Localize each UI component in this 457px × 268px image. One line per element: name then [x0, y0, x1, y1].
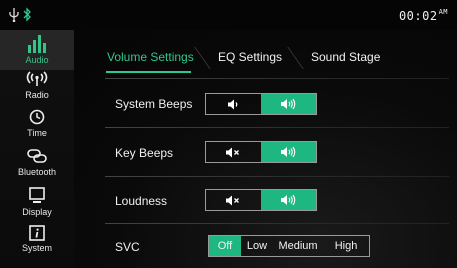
loudness-toggle [205, 189, 317, 211]
sidebar-item-time[interactable]: Time [0, 107, 74, 147]
bluetooth-icon [27, 149, 47, 163]
monitor-icon [29, 187, 45, 203]
radio-signal-icon [26, 71, 48, 86]
svc-option-high[interactable]: High [323, 236, 369, 256]
bluetooth-status-icon [23, 7, 31, 22]
loudness-on-option[interactable] [261, 190, 316, 210]
tab-divider [287, 47, 304, 69]
speaker-mute-icon [226, 195, 239, 205]
active-tab-indicator [106, 71, 191, 73]
divider [105, 176, 449, 177]
speaker-high-icon [280, 98, 295, 110]
divider [105, 223, 449, 224]
svc-option-off[interactable]: Off [209, 236, 241, 256]
svc-option-low[interactable]: Low [241, 236, 273, 256]
system-beeps-toggle [205, 93, 317, 115]
clock: 00:02AM [398, 8, 448, 23]
speaker-mute-icon [226, 147, 239, 157]
sidebar-item-audio[interactable]: Audio [0, 30, 74, 70]
sidebar-item-label: Radio [25, 90, 49, 100]
sidebar-item-display[interactable]: Display [0, 185, 74, 225]
tab-eq-settings[interactable]: EQ Settings [218, 50, 282, 64]
tab-sound-stage[interactable]: Sound Stage [311, 50, 380, 64]
sidebar-item-radio[interactable]: Radio [0, 68, 74, 108]
svc-option-medium[interactable]: Medium [273, 236, 323, 256]
sidebar-item-label: System [21, 243, 52, 253]
system-beeps-label: System Beeps [115, 97, 193, 111]
sidebar-item-bluetooth[interactable]: Bluetooth [0, 146, 74, 186]
divider [105, 78, 449, 79]
clock-time: 00:02 [398, 9, 438, 23]
audio-settings-screen: 00:02AM Audio Radio Time Bluetooth Displ… [0, 0, 457, 268]
clock-ampm: AM [438, 8, 448, 16]
key-beeps-toggle [205, 141, 317, 163]
speaker-high-icon [280, 194, 295, 206]
loudness-off-option[interactable] [206, 190, 261, 210]
audio-bars-icon [28, 35, 46, 53]
key-beeps-off-option[interactable] [206, 142, 261, 162]
sidebar-item-label: Display [22, 207, 52, 217]
usb-icon [9, 8, 19, 22]
loudness-label: Loudness [115, 194, 168, 208]
sidebar: Audio Radio Time Bluetooth Display Syste… [0, 30, 74, 268]
main-panel: Volume Settings EQ Settings Sound Stage … [74, 30, 457, 268]
status-bar: 00:02AM [0, 0, 457, 30]
speaker-high-icon [280, 146, 295, 158]
system-beeps-off-option[interactable] [206, 94, 261, 114]
system-beeps-on-option[interactable] [261, 94, 316, 114]
svc-label: SVC [115, 240, 140, 254]
info-icon [29, 225, 45, 241]
speaker-low-icon [227, 99, 237, 109]
sidebar-item-system[interactable]: System [0, 224, 74, 264]
svc-selector: Off Low Medium High [208, 235, 370, 257]
tab-divider [194, 47, 211, 69]
sidebar-item-label: Time [27, 128, 47, 138]
key-beeps-label: Key Beeps [115, 146, 174, 160]
clock-icon [29, 109, 45, 125]
tab-volume-settings[interactable]: Volume Settings [107, 50, 194, 64]
sidebar-item-label: Bluetooth [17, 167, 57, 177]
sidebar-item-label: Audio [25, 55, 49, 65]
key-beeps-on-option[interactable] [261, 142, 316, 162]
divider [105, 127, 449, 128]
